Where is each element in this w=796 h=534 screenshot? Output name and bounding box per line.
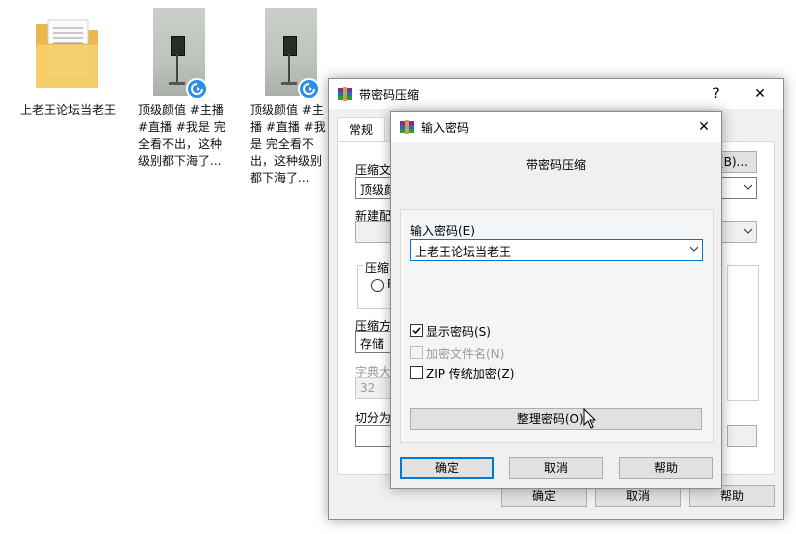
encrypt-names-label: 加密文件名(N): [426, 347, 505, 361]
winrar-icon: [400, 120, 414, 134]
chevron-down-icon: [744, 184, 752, 190]
method-value: 存储: [360, 337, 385, 351]
archive-name-label: 压缩文: [355, 163, 392, 177]
close-icon[interactable]: ✕: [749, 83, 771, 105]
close-icon[interactable]: ✕: [693, 116, 715, 138]
organize-passwords-button[interactable]: 整理密码(O)...: [410, 408, 702, 430]
show-password-checkbox[interactable]: [410, 324, 423, 337]
ok-button[interactable]: 确定: [400, 457, 494, 479]
zip-legacy-label: ZIP 传统加密(Z): [426, 367, 515, 381]
extra-field[interactable]: [727, 425, 757, 447]
help-button[interactable]: 帮助: [619, 457, 713, 479]
options-box: [727, 265, 759, 401]
desktop-item-label: 顶级颜值 #主播 #直播 #我是 完全看不出，这种级别都下海了...: [138, 103, 226, 168]
password-value: 上老王论坛当老王: [415, 245, 512, 259]
chevron-down-icon: [744, 228, 752, 234]
chevron-down-icon: [690, 246, 698, 252]
encrypt-names-checkbox: [410, 346, 423, 359]
video-badge-icon: [298, 78, 320, 100]
archive-dialog-title: 带密码压缩: [359, 88, 420, 102]
mouse-cursor-icon: [583, 408, 597, 429]
password-input[interactable]: 上老王论坛当老王: [410, 239, 703, 261]
zip-legacy-checkbox[interactable]: [410, 366, 423, 379]
folder-icon: [36, 19, 98, 88]
winrar-icon: [338, 87, 352, 101]
tab-general[interactable]: 常规: [337, 117, 385, 142]
video-badge-icon: [186, 78, 208, 100]
format-radio[interactable]: [371, 279, 384, 292]
password-dialog-titlebar[interactable]: 输入密码 ✕: [391, 112, 721, 142]
desktop-item-label: 上老王论坛当老王: [19, 103, 116, 117]
split-label: 切分为: [355, 411, 392, 425]
help-icon[interactable]: ?: [705, 83, 727, 105]
archive-dialog-titlebar[interactable]: 带密码压缩 ? ✕: [329, 79, 783, 109]
dict-select: 32: [355, 377, 395, 399]
password-dialog-heading: 带密码压缩: [525, 158, 586, 172]
password-dialog-title: 输入密码: [421, 121, 470, 135]
check-icon: [412, 327, 421, 335]
format-label: 压缩: [363, 259, 392, 276]
split-field[interactable]: [355, 425, 395, 447]
desktop-item-label: 顶级颜值 #主播 #直播 #我是 完全看不出，这种级别都下海了...: [250, 103, 326, 185]
cancel-button[interactable]: 取消: [509, 457, 603, 479]
method-select[interactable]: 存储: [355, 331, 395, 353]
show-password-label: 显示密码(S): [426, 325, 491, 339]
password-dialog: 输入密码 ✕ 带密码压缩 输入密码(E) 上老王论坛当老王 显示密码(S) 加密…: [390, 111, 722, 489]
dict-value: 32: [360, 381, 376, 395]
password-label: 输入密码(E): [410, 224, 475, 238]
